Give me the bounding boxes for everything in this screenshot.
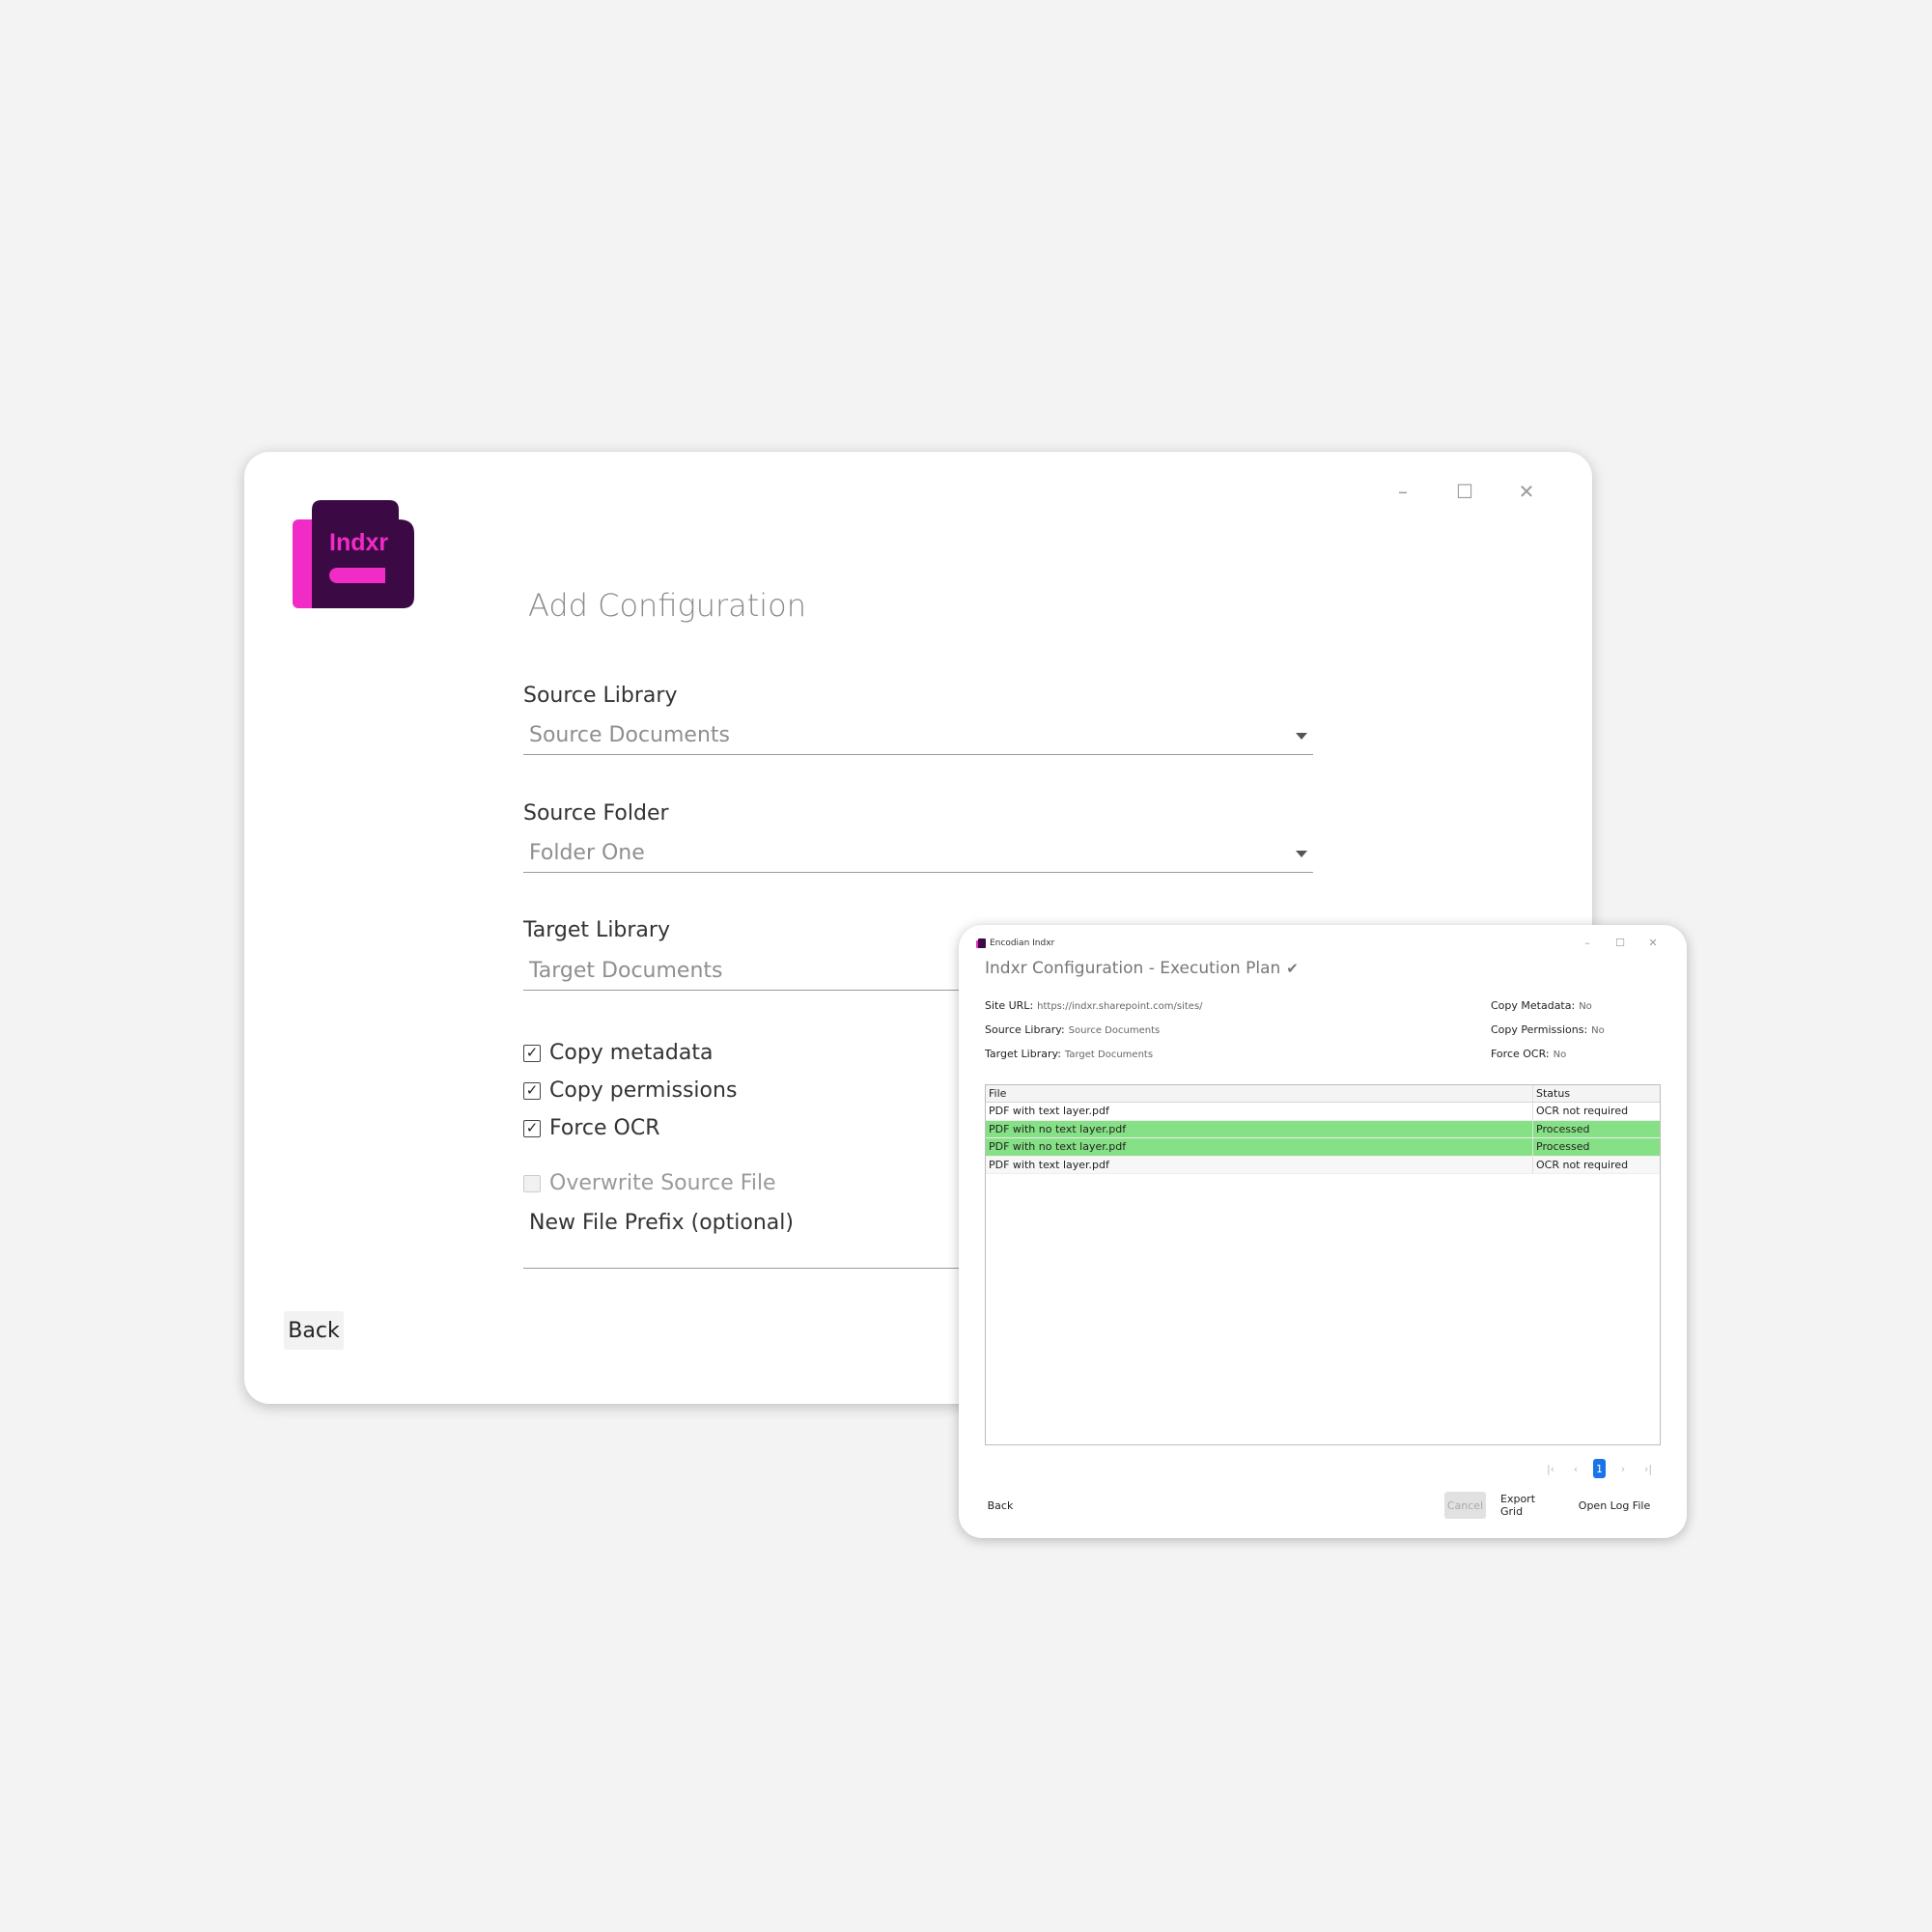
copy-permissions-value: No bbox=[1591, 1025, 1605, 1036]
chevron-down-icon bbox=[1296, 851, 1307, 857]
window-controls: – ☐ ✕ bbox=[1372, 477, 1557, 506]
target-library-value: Target Documents bbox=[529, 959, 723, 983]
maximize-button[interactable]: ☐ bbox=[1434, 477, 1496, 506]
indxr-logo: Indxr bbox=[293, 500, 414, 608]
exec-title-bar: Encodian Indxr bbox=[976, 938, 1054, 948]
copy-permissions-option[interactable]: ✓ Copy permissions bbox=[523, 1078, 737, 1103]
source-library-label: Source Library bbox=[523, 684, 678, 708]
target-library-info: Target Library: Target Documents bbox=[985, 1048, 1153, 1060]
next-page-icon[interactable]: › bbox=[1615, 1463, 1631, 1475]
logo-bar-cut bbox=[385, 568, 399, 583]
force-ocr-info: Force OCR: No bbox=[1491, 1048, 1566, 1060]
column-header-file[interactable]: File bbox=[986, 1085, 1533, 1102]
force-ocr-key: Force OCR: bbox=[1491, 1048, 1550, 1060]
close-button[interactable]: ✕ bbox=[1496, 477, 1557, 506]
exec-window-controls: – ☐ ✕ bbox=[1571, 935, 1669, 950]
force-ocr-label: Force OCR bbox=[549, 1116, 660, 1140]
site-url-key: Site URL: bbox=[985, 999, 1034, 1012]
new-file-prefix-label: New File Prefix (optional) bbox=[529, 1211, 794, 1235]
exec-title: Indxr Configuration - Execution Plan ✔ bbox=[985, 959, 1299, 978]
exec-minimize-button[interactable]: – bbox=[1571, 935, 1604, 950]
copy-permissions-checkbox[interactable]: ✓ bbox=[523, 1081, 541, 1100]
last-page-icon[interactable]: ›| bbox=[1640, 1463, 1656, 1475]
site-url-value: https://indxr.sharepoint.com/sites/ bbox=[1037, 1001, 1203, 1012]
open-log-file-button[interactable]: Open Log File bbox=[1578, 1492, 1651, 1519]
source-folder-select[interactable]: Folder One bbox=[523, 837, 1313, 873]
page-title: Add Configuration bbox=[528, 587, 807, 624]
target-library-key: Target Library: bbox=[985, 1048, 1061, 1060]
source-library-info: Source Library: Source Documents bbox=[985, 1023, 1160, 1036]
table-row[interactable]: PDF with no text layer.pdf Processed bbox=[986, 1138, 1660, 1157]
minimize-button[interactable]: – bbox=[1372, 477, 1434, 506]
source-library-key: Source Library: bbox=[985, 1023, 1065, 1036]
overwrite-source-checkbox bbox=[523, 1174, 541, 1192]
exec-back-button[interactable]: Back bbox=[984, 1492, 1017, 1519]
execution-grid[interactable]: File Status PDF with text layer.pdf OCR … bbox=[985, 1084, 1661, 1445]
prev-page-icon[interactable]: ‹ bbox=[1568, 1463, 1583, 1475]
column-header-status[interactable]: Status bbox=[1533, 1085, 1660, 1102]
checkmark-icon: ✔ bbox=[1286, 960, 1299, 977]
source-library-value: Source Documents bbox=[529, 723, 730, 747]
status-cell: OCR not required bbox=[1536, 1105, 1629, 1117]
force-ocr-option[interactable]: ✓ Force OCR bbox=[523, 1116, 659, 1140]
grid-header: File Status bbox=[986, 1085, 1660, 1103]
exec-app-name: Encodian Indxr bbox=[990, 938, 1055, 948]
overwrite-source-label: Overwrite Source File bbox=[549, 1171, 776, 1195]
chevron-down-icon bbox=[1296, 733, 1307, 740]
status-cell: Processed bbox=[1536, 1140, 1590, 1153]
table-row[interactable]: PDF with no text layer.pdf Processed bbox=[986, 1120, 1660, 1138]
file-cell: PDF with text layer.pdf bbox=[986, 1156, 1533, 1173]
copy-metadata-info: Copy Metadata: No bbox=[1491, 999, 1592, 1012]
copy-permissions-label: Copy permissions bbox=[549, 1078, 738, 1103]
logo-text: Indxr bbox=[329, 529, 388, 556]
exec-close-button[interactable]: ✕ bbox=[1637, 935, 1669, 950]
copy-metadata-key: Copy Metadata: bbox=[1491, 999, 1576, 1012]
copy-metadata-value: No bbox=[1579, 1001, 1592, 1012]
first-page-icon[interactable]: |‹ bbox=[1543, 1463, 1558, 1475]
source-library-info-value: Source Documents bbox=[1068, 1025, 1161, 1036]
copy-permissions-key: Copy Permissions: bbox=[1491, 1023, 1588, 1036]
file-cell: PDF with no text layer.pdf bbox=[986, 1138, 1533, 1156]
export-grid-button[interactable]: Export Grid bbox=[1500, 1492, 1560, 1519]
overwrite-source-option: Overwrite Source File bbox=[523, 1171, 776, 1195]
back-button[interactable]: Back bbox=[284, 1311, 344, 1350]
copy-metadata-checkbox[interactable]: ✓ bbox=[523, 1044, 541, 1062]
force-ocr-value: No bbox=[1553, 1050, 1567, 1060]
target-library-label: Target Library bbox=[523, 918, 670, 942]
status-cell: Processed bbox=[1536, 1122, 1590, 1135]
table-row[interactable]: PDF with text layer.pdf OCR not required bbox=[986, 1156, 1660, 1174]
source-folder-label: Source Folder bbox=[523, 801, 669, 826]
exec-title-text: Indxr Configuration - Execution Plan bbox=[985, 959, 1281, 978]
source-library-select[interactable]: Source Documents bbox=[523, 719, 1313, 755]
exec-maximize-button[interactable]: ☐ bbox=[1604, 935, 1637, 950]
file-cell: PDF with text layer.pdf bbox=[986, 1103, 1533, 1120]
pager: |‹ ‹ 1 › ›| bbox=[1543, 1459, 1656, 1478]
indxr-mini-logo-icon bbox=[976, 938, 986, 948]
cancel-button[interactable]: Cancel bbox=[1444, 1492, 1486, 1519]
target-library-info-value: Target Documents bbox=[1064, 1050, 1154, 1060]
table-row[interactable]: PDF with text layer.pdf OCR not required bbox=[986, 1103, 1660, 1121]
site-url-info: Site URL: https://indxr.sharepoint.com/si… bbox=[985, 999, 1203, 1012]
source-folder-value: Folder One bbox=[529, 841, 645, 865]
copy-metadata-option[interactable]: ✓ Copy metadata bbox=[523, 1041, 713, 1065]
force-ocr-checkbox[interactable]: ✓ bbox=[523, 1119, 541, 1137]
execution-plan-window: Encodian Indxr – ☐ ✕ Indxr Configuration… bbox=[959, 925, 1687, 1538]
copy-metadata-label: Copy metadata bbox=[549, 1041, 714, 1065]
status-cell: OCR not required bbox=[1536, 1158, 1629, 1171]
file-cell: PDF with no text layer.pdf bbox=[986, 1120, 1533, 1137]
copy-permissions-info: Copy Permissions: No bbox=[1491, 1023, 1605, 1036]
current-page-button[interactable]: 1 bbox=[1593, 1459, 1606, 1478]
